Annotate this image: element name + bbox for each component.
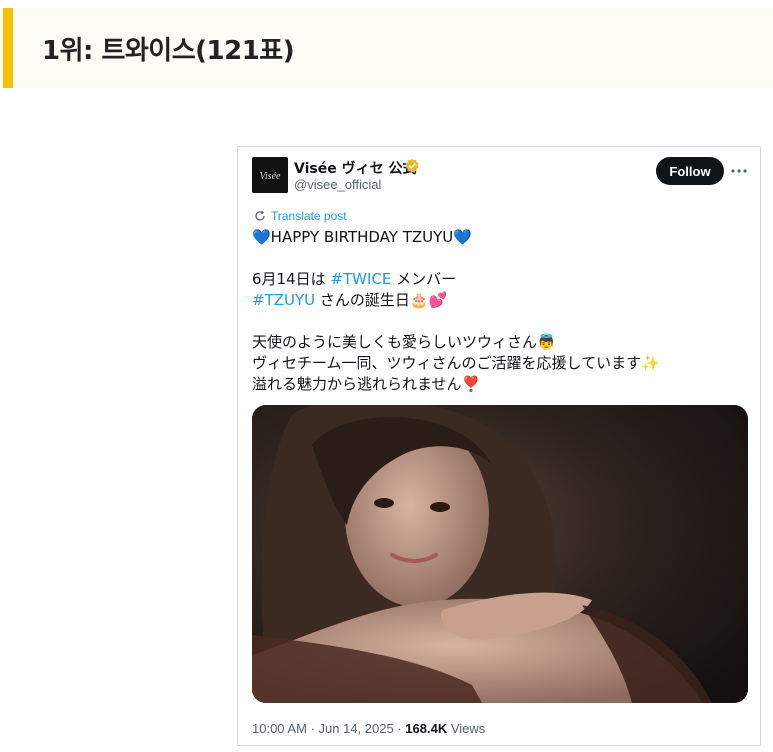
- tweet-date[interactable]: Jun 14, 2025: [319, 721, 394, 736]
- tweet-time[interactable]: 10:00 AM: [252, 721, 307, 736]
- rank-header: 1위: 트와이스(121표): [0, 8, 773, 88]
- hashtag-twice-link[interactable]: #TWICE: [330, 270, 391, 288]
- tweet-text: 💙HAPPY BIRTHDAY TZUYU💙 6月14日は #TWICE メンバ…: [252, 227, 752, 395]
- tweet-line-1: 💙HAPPY BIRTHDAY TZUYU💙: [252, 228, 472, 246]
- hashtag-tzuyu-link[interactable]: #TZUYU: [252, 291, 315, 309]
- visee-logo-icon: Visée: [252, 157, 288, 193]
- meta-separator: ·: [310, 721, 319, 736]
- user-handle[interactable]: @visee_official: [294, 177, 381, 192]
- tweet-line-2-prefix: 6月14日は: [252, 270, 331, 288]
- tweet-line-4: 天使のように美しくも愛らしいツウィさん👼: [252, 333, 556, 351]
- rank-accent-bar: [3, 8, 13, 88]
- views-count: 168.4K: [405, 721, 448, 736]
- more-options-icon[interactable]: [730, 163, 748, 179]
- translate-post-label[interactable]: Translate post: [271, 209, 347, 223]
- tweet-meta: 10:00 AM · Jun 14, 2025 · 168.4K Views: [252, 721, 485, 736]
- verified-badge-icon: [405, 158, 419, 173]
- rank-title: 1위: 트와이스(121표): [42, 36, 295, 66]
- user-display-name[interactable]: Visée ヴィセ 公式: [294, 158, 416, 178]
- embedded-tweet[interactable]: Visée Visée ヴィセ 公式 @visee_official Follo…: [237, 146, 761, 746]
- tweet-line-5: ヴィセチーム一同、ツウィさんのご活躍を応援しています✨: [252, 354, 660, 372]
- tweet-line-6: 溢れる魅力から逃れられません❣️: [252, 375, 481, 393]
- tweet-line-3: #TZUYU さんの誕生日🎂💕: [252, 290, 752, 311]
- avatar[interactable]: Visée: [252, 157, 288, 193]
- views-label: Views: [450, 721, 486, 736]
- avatar-logo-text: Visée: [260, 171, 281, 182]
- tweet-line-2: 6月14日は #TWICE メンバー: [252, 269, 752, 290]
- portrait-photo-icon: [252, 405, 748, 703]
- tweet-line-2-suffix: メンバー: [391, 270, 457, 288]
- follow-button[interactable]: Follow: [656, 157, 724, 185]
- tweet-photo[interactable]: [252, 405, 748, 703]
- translate-icon: [255, 210, 265, 221]
- tweet-line-3-suffix: さんの誕生日🎂💕: [315, 291, 448, 309]
- translate-post-link[interactable]: Translate post: [254, 209, 347, 223]
